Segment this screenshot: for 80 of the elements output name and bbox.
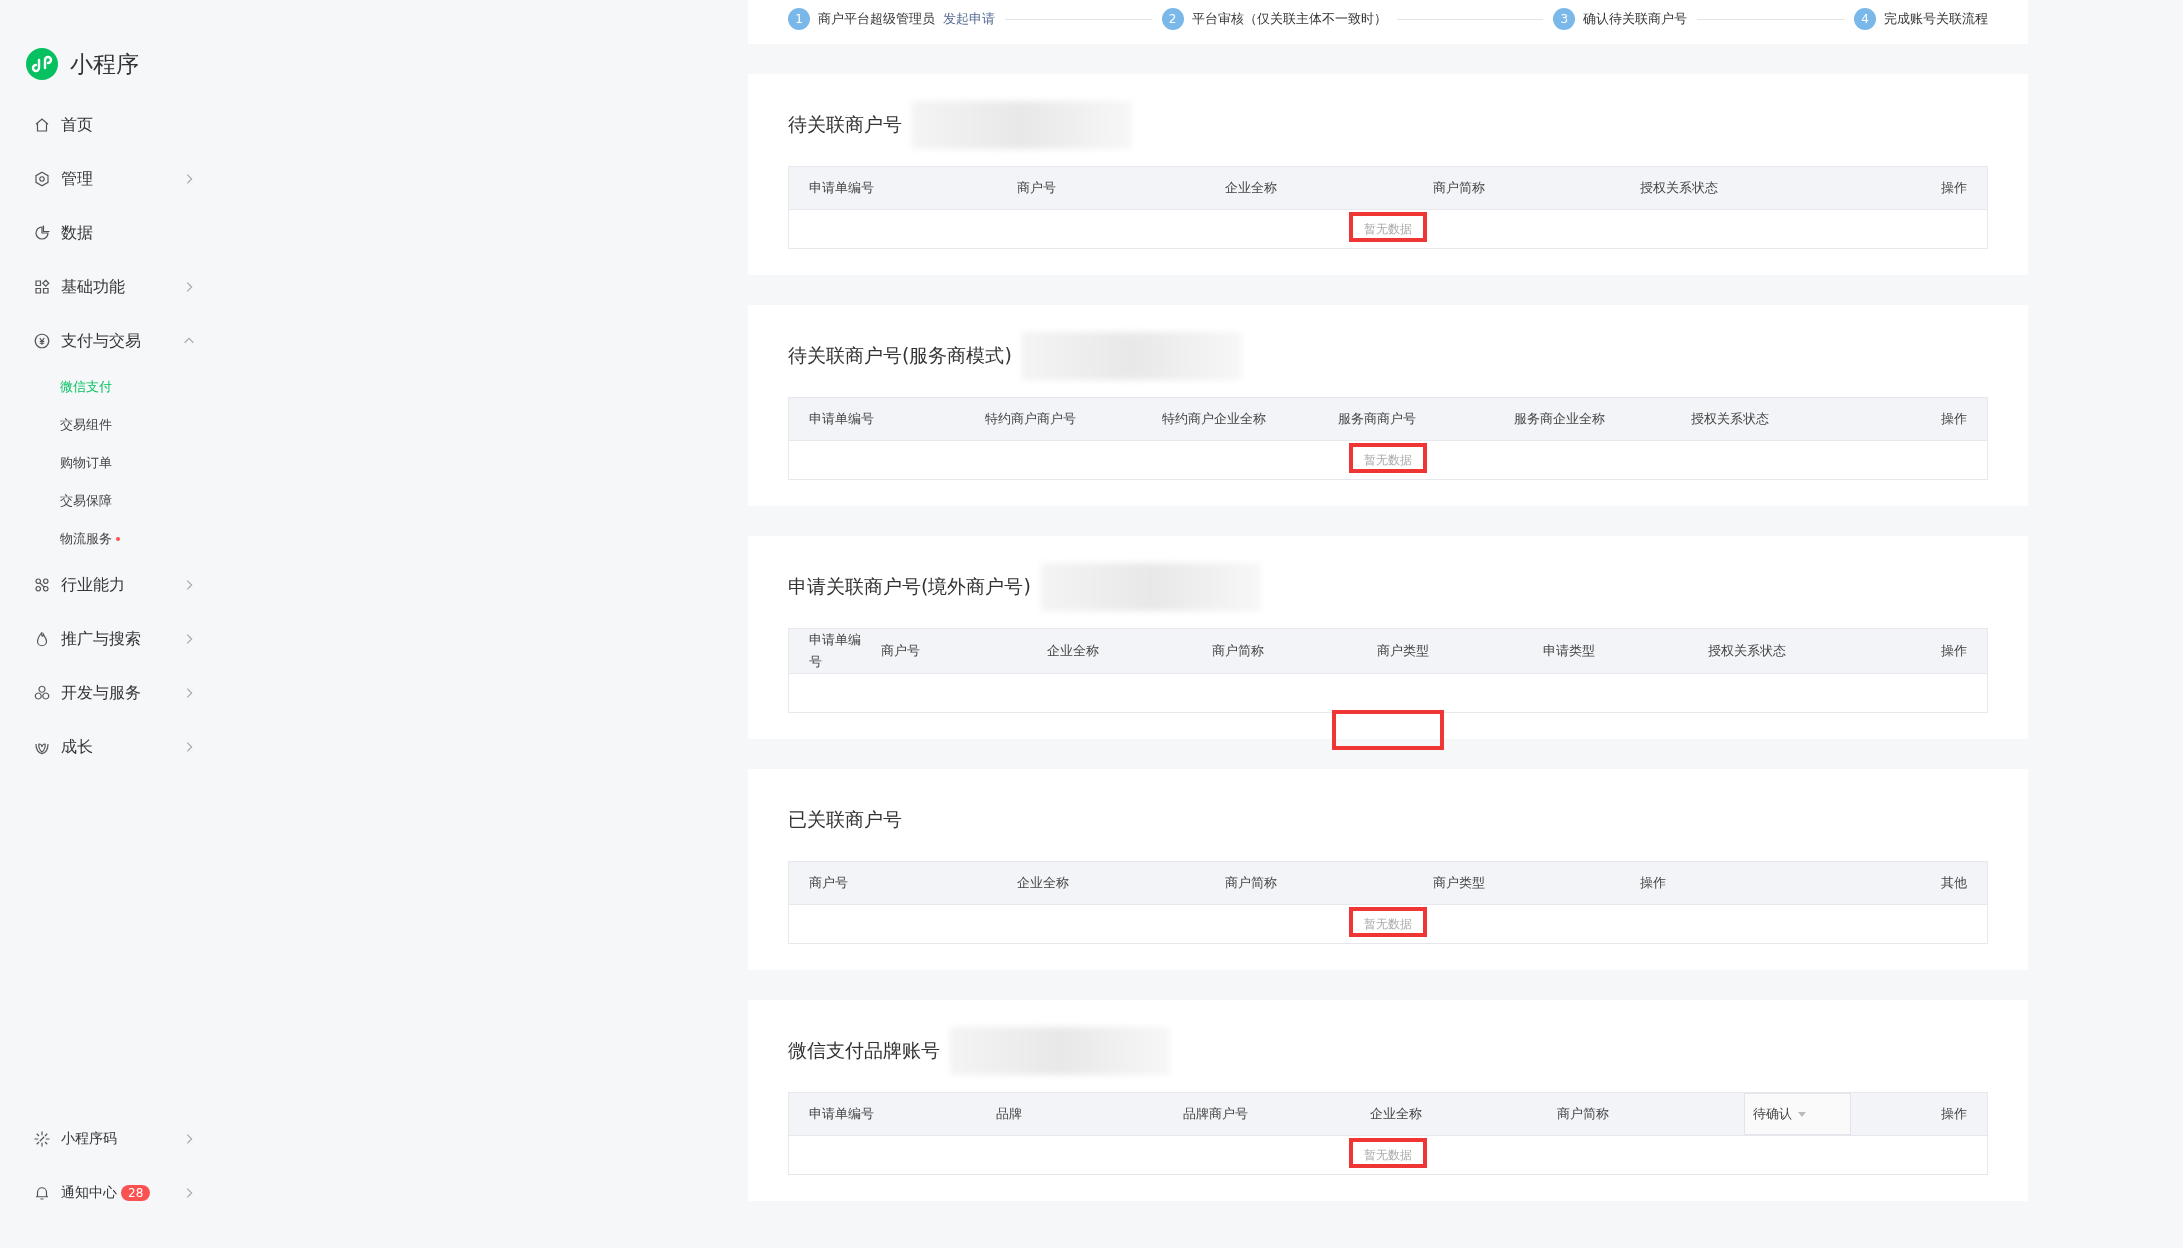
column-header: 商户号 <box>1016 179 1057 197</box>
column-header: 商户简称 <box>1212 642 1265 660</box>
column-header: 操作 <box>1940 179 1967 197</box>
column-header: 申请单编号 <box>809 410 875 428</box>
column-header: 商户简称 <box>1224 874 1278 892</box>
nav-icon <box>33 116 51 134</box>
step-link[interactable]: 发起申请 <box>943 10 995 28</box>
step-text: 完成账号关联流程 <box>1884 10 1988 28</box>
nav-item[interactable]: 开发与服务 <box>26 666 196 720</box>
app-title: 小程序 <box>70 49 139 79</box>
column-header: 商户号 <box>809 874 849 892</box>
column-header: 操作 <box>1939 642 1967 660</box>
empty-message: 暂无数据 <box>1364 451 1412 469</box>
nav-icon <box>33 224 51 242</box>
section-title: 微信支付品牌账号 <box>788 1038 940 1063</box>
bell-icon <box>33 1184 51 1202</box>
column-header: 操作 <box>1640 874 1668 892</box>
count-badge: 28 <box>121 1185 151 1201</box>
column-header: 授权关系状态 <box>1690 410 1770 428</box>
nav-icon <box>33 576 51 594</box>
section-title: 待关联商户号(服务商模式) <box>788 343 1012 368</box>
column-header: 企业全称 <box>1370 1105 1424 1123</box>
column-header: 企业全称 <box>1224 179 1278 197</box>
column-header: 操作 <box>1939 410 1967 428</box>
nav-item[interactable]: 行业能力 <box>26 558 196 612</box>
nav-subitem[interactable]: 物流服务 <box>60 530 112 548</box>
nav-item[interactable]: 推广与搜索 <box>26 612 196 666</box>
section-title: 待关联商户号 <box>788 112 902 137</box>
nav-item[interactable]: 成长 <box>26 720 196 774</box>
nav-item[interactable]: 通知中心 28 <box>26 1166 196 1220</box>
column-header: 商户简称 <box>1557 1105 1611 1123</box>
step-text: 平台审核（仅关联主体不一致时） <box>1191 10 1387 28</box>
nav-icon <box>33 332 51 350</box>
step-text: 确认待关联商户号 <box>1583 10 1688 28</box>
step-text: 商户平台超级管理员 <box>818 10 935 28</box>
caret-icon <box>1798 1111 1807 1117</box>
logo-icon <box>26 48 58 80</box>
step-number: 2 <box>1161 8 1184 30</box>
column-header: 商户号 <box>881 642 922 660</box>
nav-item[interactable]: 小程序码 <box>26 1112 196 1166</box>
empty-message: 暂无数据 <box>1364 220 1412 238</box>
nav-icon <box>33 278 51 296</box>
section-title: 申请关联商户号(境外商户号) <box>788 574 1031 599</box>
column-header: 商户简称 <box>1432 179 1486 197</box>
nav-item[interactable]: 首页 <box>26 98 196 152</box>
column-header: 其他 <box>1940 874 1967 892</box>
column-header: 品牌商户号 <box>1183 1105 1250 1123</box>
sparkle-icon <box>33 1130 51 1148</box>
status-filter[interactable]: 待确认 <box>1744 1093 1851 1135</box>
column-header: 企业全称 <box>1046 642 1100 660</box>
empty-message: 暂无数据 <box>1364 1146 1412 1164</box>
column-header: 授权关系状态 <box>1640 179 1720 197</box>
step-number: 1 <box>788 8 810 30</box>
nav-item[interactable]: 管理 <box>26 152 196 206</box>
column-header: 申请单编号 <box>809 1105 875 1123</box>
column-header: 申请类型 <box>1542 642 1596 660</box>
column-header: 特约商户商户号 <box>985 410 1078 428</box>
step-number: 4 <box>1854 8 1876 30</box>
column-header: 申请单编号 <box>809 631 862 671</box>
nav-subitem[interactable]: 交易保障 <box>60 492 112 510</box>
nav-item[interactable]: 基础功能 <box>26 260 196 314</box>
column-header: 品牌 <box>996 1105 1024 1123</box>
nav-subitem[interactable]: 交易组件 <box>60 416 112 434</box>
column-header: 商户类型 <box>1432 874 1486 892</box>
nav-item[interactable]: 支付与交易 <box>26 314 196 368</box>
step-number: 3 <box>1553 8 1576 30</box>
nav-icon <box>33 684 51 702</box>
nav-item[interactable]: 数据 <box>26 206 196 260</box>
column-header: 操作 <box>1940 1105 1967 1123</box>
column-header: 申请单编号 <box>809 179 875 197</box>
nav-subitem[interactable]: 购物订单 <box>60 454 112 472</box>
column-header: 商户类型 <box>1377 642 1431 660</box>
column-header: 企业全称 <box>1016 874 1070 892</box>
empty-message: 暂无数据 <box>1364 915 1412 933</box>
section-title: 已关联商户号 <box>788 807 902 832</box>
column-header: 服务商商户号 <box>1338 410 1418 428</box>
nav-icon <box>33 170 51 188</box>
column-header: 服务商企业全称 <box>1514 410 1607 428</box>
column-header: 授权关系状态 <box>1708 642 1788 660</box>
column-header: 特约商户企业全称 <box>1161 410 1267 428</box>
